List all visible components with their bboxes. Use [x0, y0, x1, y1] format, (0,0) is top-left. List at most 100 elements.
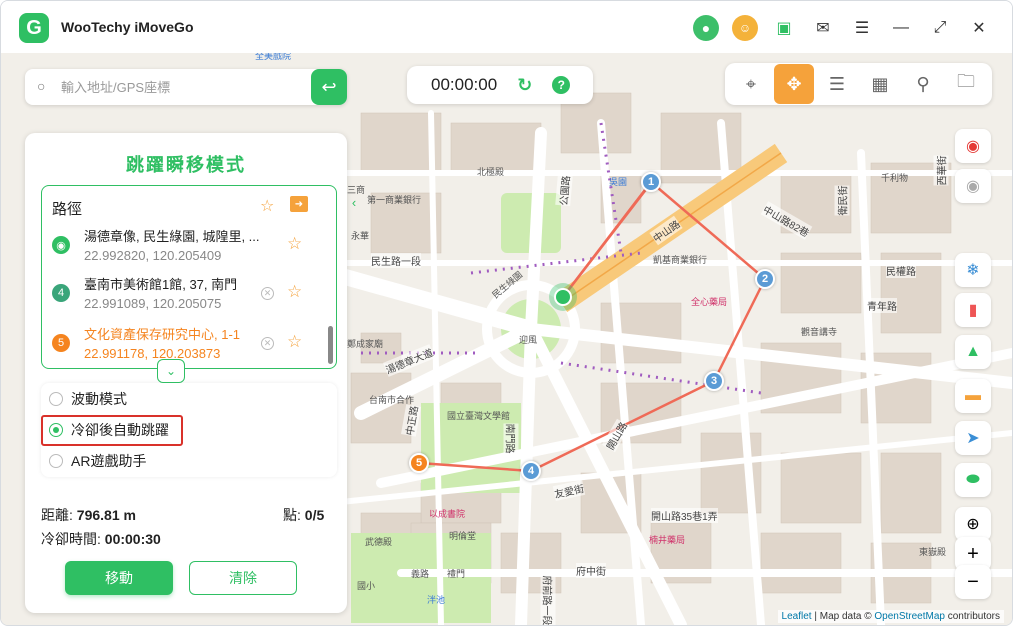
move-button[interactable]: 移動 [65, 561, 173, 595]
app-title: WooTechy iMoveGo [61, 19, 194, 35]
snowflake-icon[interactable]: ❄ [955, 253, 991, 287]
place-label: 明倫堂 [449, 531, 477, 541]
delete-icon[interactable]: ✕ [261, 287, 274, 300]
lanes-icon[interactable]: ☰ [817, 64, 857, 104]
place-label: 東嶽殿 [919, 547, 947, 557]
distance-value: 796.81 m [76, 507, 136, 523]
street-label: 西華街 [933, 155, 949, 186]
route-label: 路徑 [52, 201, 83, 218]
refresh-icon[interactable]: ↻ [517, 75, 532, 96]
points-stat: 點: 0/5 [283, 505, 324, 525]
star-outline-icon[interactable]: ☆ [260, 196, 274, 216]
search-bar: ○ ↩ [25, 69, 347, 105]
toolbox-icon[interactable]: ▣ [771, 15, 797, 41]
route-scrollbar[interactable] [328, 326, 333, 364]
place-label: 北極殿 [477, 167, 505, 177]
minimize-icon[interactable]: — [888, 15, 914, 41]
toggle-icon[interactable]: ⬬ [955, 463, 991, 497]
locate-icon[interactable]: ⊕ [955, 507, 991, 541]
leaflet-link[interactable]: Leaflet [782, 611, 812, 622]
waypoint-marker-1[interactable]: 1 [641, 172, 661, 192]
osm-link[interactable]: OpenStreetMap [874, 611, 945, 622]
option-label: AR遊戲助手 [71, 453, 147, 469]
jump-options: 波動模式 冷卻後自動跳躍 AR遊戲助手 [41, 383, 337, 477]
gift-coin-icon[interactable]: ☺ [732, 15, 758, 41]
place-label: 永華 [351, 231, 370, 241]
place-label: 泮池 [427, 595, 446, 605]
search-go-button[interactable]: ↩ [311, 69, 347, 105]
place-label: 全美戲院 [255, 53, 292, 61]
place-label: 全心藥局 [691, 297, 728, 307]
option-label: 冷卻後自動跳躍 [71, 422, 169, 438]
option-ar-helper[interactable]: AR遊戲助手 [49, 449, 146, 473]
street-label: 府前路一段 [540, 575, 556, 625]
move-arrows-icon[interactable]: ✥ [774, 64, 814, 104]
timer-display: 00:00:00 [431, 75, 498, 94]
street-label: 南門路 [503, 423, 519, 454]
zoom-out-icon[interactable]: − [955, 565, 991, 599]
send-icon[interactable]: ➤ [955, 421, 991, 455]
chevron-left-icon[interactable]: ‹ [347, 191, 361, 213]
delete-icon[interactable]: ✕ [261, 337, 274, 350]
radio-wave-mode[interactable] [49, 392, 63, 406]
star-icon[interactable]: ☆ [287, 332, 302, 352]
place-label: 吳園 [609, 177, 628, 187]
cooldown-label: 冷卻時間: [41, 531, 101, 547]
search-icon: ○ [37, 78, 46, 94]
route-item-coord: 22.992820, 120.205409 [84, 248, 222, 263]
title-bar: G WooTechy iMoveGo ● ☺ ▣ ✉ ☰ — ⤢ ✕ [1, 1, 1012, 53]
street-label: 衛民街 [834, 185, 850, 216]
pokeball-icon[interactable]: ◉ [955, 129, 991, 163]
folder-history-icon[interactable]: 🗀 [946, 64, 986, 104]
clear-button[interactable]: 清除 [189, 561, 297, 595]
route-grid-icon[interactable]: ▦ [860, 64, 900, 104]
street-label: 青年路 [867, 298, 897, 313]
radio-ar-helper[interactable] [49, 454, 63, 468]
avatar-icon[interactable]: ● [693, 15, 719, 41]
menu-icon[interactable]: ☰ [849, 15, 875, 41]
place-label: 武德殿 [365, 537, 393, 547]
map-attribution: Leaflet | Map data © OpenStreetMap contr… [777, 610, 1004, 623]
pokeball-grey-icon[interactable]: ◉ [955, 169, 991, 203]
shirt-icon[interactable]: ▲ [955, 335, 991, 369]
place-label: 台南市合作 [369, 395, 415, 405]
option-auto-jump[interactable]: 冷卻後自動跳躍 [49, 418, 169, 442]
option-wave-mode[interactable]: 波動模式 [49, 387, 127, 411]
waypoint-marker-5[interactable]: 5 [409, 453, 429, 473]
enter-arrow-icon: ↩ [321, 76, 337, 97]
place-label: 千利物 [881, 173, 909, 183]
street-label: 民生路一段 [371, 253, 421, 268]
route-item[interactable]: 4 臺南市美術館1館, 37, 南門 22.991089, 120.205075… [42, 270, 322, 316]
place-label: 鄭成家廟 [347, 339, 384, 349]
search-input[interactable] [61, 77, 301, 97]
card-icon[interactable]: ▬ [955, 379, 991, 413]
crosshair-icon[interactable]: ⌖ [731, 64, 771, 104]
place-label: 迎風 [519, 335, 538, 345]
route-item[interactable]: ◉ 湯德章像, 民生綠園, 城隍里, ... 22.992820, 120.20… [42, 222, 322, 268]
feedback-icon[interactable]: ✉ [810, 15, 836, 41]
phone-icon[interactable]: ▮ [955, 293, 991, 327]
waypoint-marker-2[interactable]: 2 [755, 269, 775, 289]
star-icon[interactable]: ☆ [287, 282, 302, 302]
attribution-suffix: contributors [947, 611, 1000, 622]
distance-stat: 距離: 796.81 m [41, 505, 136, 525]
waypoint-marker-3[interactable]: 3 [704, 371, 724, 391]
route-item-coord: 22.991089, 120.205075 [84, 296, 222, 311]
help-icon[interactable]: ? [552, 76, 571, 94]
waypoint-number: 4 [52, 284, 70, 302]
waypoint-marker-4[interactable]: 4 [521, 461, 541, 481]
app-window: G WooTechy iMoveGo ● ☺ ▣ ✉ ☰ — ⤢ ✕ 1 2 3… [0, 0, 1013, 626]
joystick-icon[interactable]: ⚲ [903, 64, 943, 104]
route-item-name: 文化資產保存研究中心, 1-1 [84, 327, 241, 342]
restore-icon[interactable]: ⤢ [927, 15, 953, 41]
place-label: 觀音講寺 [801, 327, 838, 337]
radio-auto-jump[interactable] [49, 423, 63, 437]
folder-import-icon[interactable]: ➜ [290, 196, 308, 212]
points-value: 0/5 [304, 507, 325, 523]
street-label: 開山路35巷1弄 [651, 508, 718, 523]
close-icon[interactable]: ✕ [966, 15, 992, 41]
timer-box: 00:00:00 ↻ ? [407, 66, 593, 104]
chevron-down-icon[interactable]: ⌄ [157, 359, 185, 383]
place-label: 義路 [411, 569, 430, 579]
star-icon[interactable]: ☆ [287, 234, 302, 254]
